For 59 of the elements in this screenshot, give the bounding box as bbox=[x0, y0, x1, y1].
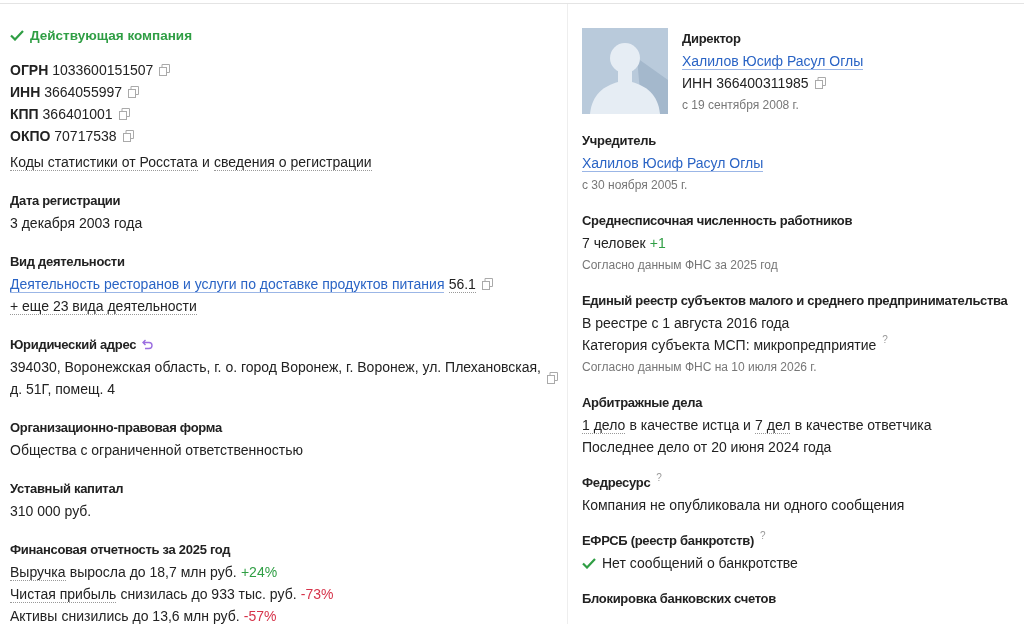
history-icon[interactable] bbox=[142, 339, 154, 350]
link[interactable]: сведения о регистрации bbox=[214, 154, 372, 171]
link[interactable]: Чистая прибыль bbox=[10, 586, 117, 603]
section-title: Юридический адрес bbox=[10, 336, 137, 354]
copy-icon[interactable] bbox=[128, 86, 140, 98]
identifier-text: ОКПО 70717538 bbox=[10, 127, 117, 146]
text-line: 310 000 руб. bbox=[10, 502, 92, 521]
link[interactable]: Деятельность ресторанов и услуги по доставке продуктов питания bbox=[10, 276, 445, 293]
link[interactable]: 56.1 bbox=[448, 276, 476, 293]
copy-icon[interactable] bbox=[814, 77, 826, 89]
status-text: Действующая компания bbox=[30, 28, 193, 43]
link[interactable]: Халилов Юсиф Расул Оглы bbox=[582, 155, 764, 172]
text-line: 7 человек +1 bbox=[582, 234, 666, 253]
section-title: Директор bbox=[682, 30, 741, 48]
link[interactable]: Коды статистики от Росстата bbox=[10, 154, 198, 171]
note-text: с 30 ноября 2005 г. bbox=[582, 177, 689, 194]
note-text: Согласно данным ФНС на 10 июля 2026 г. bbox=[582, 359, 818, 376]
text-line: Выручка выросла до 18,7 млн руб. +24% bbox=[10, 563, 278, 583]
section-title: Учредитель bbox=[582, 132, 656, 150]
text-line: Активы снизились до 13,6 млн руб. -57% bbox=[10, 607, 277, 624]
link[interactable]: 7 дел bbox=[755, 417, 791, 434]
text-line: Компания не опубликовала ни одного сообщения bbox=[582, 496, 905, 515]
section-title: ЕФРСБ (реестр банкротств) bbox=[582, 532, 754, 550]
text-line: В реестре с 1 августа 2016 года bbox=[582, 314, 790, 333]
copy-icon[interactable] bbox=[547, 372, 558, 384]
text-line: 394030, Воронежская область, г. о. город Воронеж, г. Воронеж, ул. Плехановская, д. 51Г, помещ. 4 bbox=[10, 358, 541, 399]
text-line: Нет сообщений о банкротстве bbox=[602, 554, 798, 573]
text-line: Последнее дело от 20 июня 2024 года bbox=[582, 438, 832, 457]
text-line: Общества с ограниченной ответственностью bbox=[10, 441, 304, 460]
text-line: 3 декабря 2003 года bbox=[10, 214, 143, 233]
text-line: Коды статистики от Росстата и сведения о регистрации bbox=[10, 153, 372, 173]
link[interactable]: Активы bbox=[10, 608, 58, 624]
note-text: Согласно данным ФНС за 2025 год bbox=[582, 257, 779, 274]
link[interactable]: Выручка bbox=[10, 564, 66, 581]
section-title: Федресурс bbox=[582, 474, 651, 492]
copy-icon[interactable] bbox=[481, 278, 493, 290]
copy-icon[interactable] bbox=[159, 64, 171, 76]
text-line: Чистая прибыль снизилась до 933 тыс. руб. -73% bbox=[10, 585, 334, 605]
section-title: Финансовая отчетность за 2025 год bbox=[10, 541, 231, 559]
link[interactable]: + еще 23 вида деятельности bbox=[10, 298, 197, 315]
identifier-text: ИНН 3664055997 bbox=[10, 83, 123, 102]
section-title: Уставный капитал bbox=[10, 480, 124, 498]
link[interactable]: Халилов Юсиф Расул Оглы bbox=[682, 53, 864, 70]
identifier-text: КПП 366401001 bbox=[10, 105, 113, 124]
section-title: Единый реестр субъектов малого и среднего предпринимательства bbox=[582, 292, 1008, 310]
copy-icon[interactable] bbox=[122, 130, 134, 142]
section-title: Арбитражные дела bbox=[582, 394, 703, 412]
note-text: с 19 сентября 2008 г. bbox=[682, 97, 800, 114]
copy-icon[interactable] bbox=[118, 108, 130, 120]
link[interactable]: 1 дело bbox=[582, 417, 626, 434]
section-title: Блокировка банковских счетов bbox=[582, 590, 776, 608]
text-line: ИНН 366400311985 bbox=[682, 74, 809, 93]
section-title: Организационно-правовая форма bbox=[10, 419, 222, 437]
section-title: Среднесписочная численность работников bbox=[582, 212, 853, 230]
text-line: 1 дело в качестве истца и 7 дел в качестве ответчика bbox=[582, 416, 932, 436]
identifier-text: ОГРН 1033600151507 bbox=[10, 61, 154, 80]
section-title: Дата регистрации bbox=[10, 192, 121, 210]
section-title: Вид деятельности bbox=[10, 253, 125, 271]
text-line: Категория субъекта МСП: микропредприятие bbox=[582, 336, 877, 355]
